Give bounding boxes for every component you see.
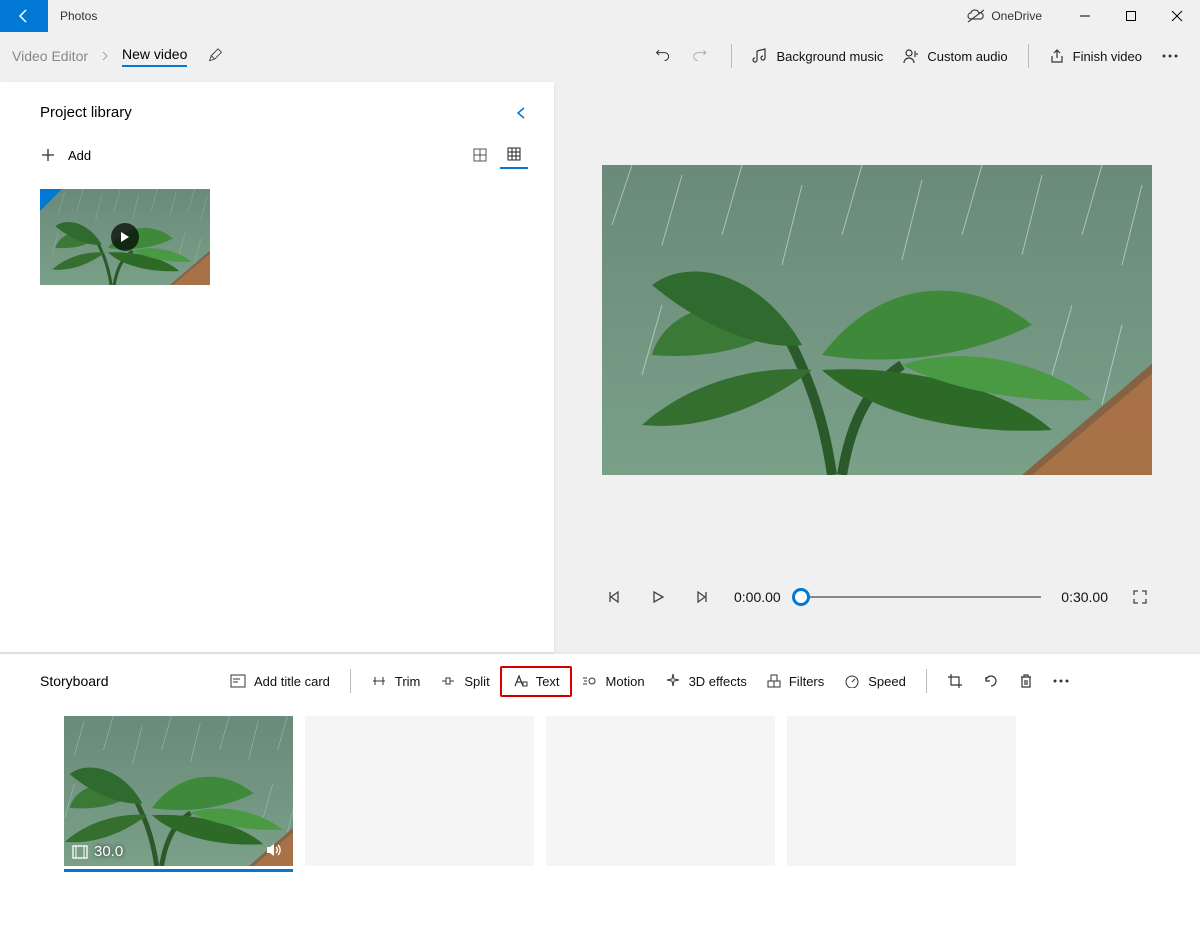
grid-small-view-button[interactable] — [500, 141, 528, 169]
seek-bar[interactable] — [801, 587, 1042, 607]
3d-effects-label: 3D effects — [689, 674, 747, 689]
divider — [1028, 44, 1029, 68]
background-music-button[interactable]: Background music — [742, 42, 893, 70]
storyboard-empty-slot[interactable] — [546, 716, 775, 866]
filters-label: Filters — [789, 674, 824, 689]
3d-effects-button[interactable]: 3D effects — [655, 667, 757, 695]
next-frame-button[interactable] — [690, 585, 714, 609]
storyboard-title: Storyboard — [40, 673, 220, 689]
fullscreen-button[interactable] — [1128, 585, 1152, 609]
library-clip[interactable] — [40, 189, 210, 285]
add-title-card-label: Add title card — [254, 674, 330, 689]
finish-video-label: Finish video — [1073, 49, 1142, 64]
prev-frame-button[interactable] — [602, 585, 626, 609]
project-library-title: Project library — [40, 104, 514, 121]
plus-icon — [40, 147, 56, 163]
trim-icon — [371, 675, 387, 687]
video-preview[interactable] — [602, 165, 1152, 475]
playback-controls: 0:00.00 0:30.00 — [602, 585, 1152, 609]
motion-icon — [582, 674, 598, 688]
rotate-button[interactable] — [973, 667, 1009, 695]
app-title: Photos — [48, 9, 97, 23]
background-music-label: Background music — [776, 49, 883, 64]
minimize-button[interactable] — [1062, 0, 1108, 32]
clip-volume-button[interactable] — [265, 842, 283, 858]
redo-button[interactable] — [683, 41, 721, 71]
main-area: Project library Add — [0, 80, 1200, 652]
text-button[interactable]: Text — [500, 666, 572, 697]
add-title-card-button[interactable]: Add title card — [220, 668, 340, 695]
maximize-button[interactable] — [1108, 0, 1154, 32]
text-icon — [512, 674, 528, 688]
title-card-icon — [230, 674, 246, 688]
speed-icon — [844, 674, 860, 688]
divider — [926, 669, 927, 693]
storyboard-panel: Storyboard Add title card Trim Split Tex… — [0, 654, 1200, 932]
breadcrumb-current: New video — [122, 46, 187, 67]
header: Video Editor New video Background music … — [0, 32, 1200, 80]
back-button[interactable] — [0, 0, 48, 32]
person-audio-icon — [903, 48, 919, 64]
divider — [731, 44, 732, 68]
add-media-button[interactable]: Add — [40, 147, 91, 163]
seek-handle[interactable] — [792, 588, 810, 606]
time-current: 0:00.00 — [734, 589, 781, 605]
chevron-right-icon — [100, 51, 110, 61]
split-button[interactable]: Split — [430, 668, 499, 695]
divider — [350, 669, 351, 693]
film-icon — [72, 845, 88, 859]
split-icon — [440, 675, 456, 687]
custom-audio-label: Custom audio — [927, 49, 1007, 64]
cloud-off-icon — [967, 9, 985, 23]
trim-label: Trim — [395, 674, 421, 689]
close-button[interactable] — [1154, 0, 1200, 32]
breadcrumb: Video Editor New video — [12, 46, 187, 67]
grid-large-view-button[interactable] — [466, 141, 494, 169]
undo-button[interactable] — [645, 41, 683, 71]
add-label: Add — [68, 148, 91, 163]
filters-icon — [767, 674, 781, 688]
play-icon — [111, 223, 139, 251]
collapse-panel-button[interactable] — [514, 106, 528, 120]
storyboard-empty-slot[interactable] — [305, 716, 534, 866]
onedrive-label: OneDrive — [991, 9, 1042, 23]
crop-button[interactable] — [937, 667, 973, 695]
delete-button[interactable] — [1009, 667, 1043, 695]
sparkle-icon — [665, 673, 681, 689]
more-button[interactable] — [1152, 48, 1188, 64]
breadcrumb-parent[interactable]: Video Editor — [12, 48, 88, 64]
custom-audio-button[interactable]: Custom audio — [893, 42, 1017, 70]
time-total: 0:30.00 — [1061, 589, 1108, 605]
motion-button[interactable]: Motion — [572, 668, 655, 695]
speed-button[interactable]: Speed — [834, 668, 916, 695]
titlebar: Photos OneDrive — [0, 0, 1200, 32]
rename-button[interactable] — [207, 48, 223, 64]
trim-button[interactable]: Trim — [361, 668, 431, 695]
play-button[interactable] — [646, 585, 670, 609]
text-label: Text — [536, 674, 560, 689]
filters-button[interactable]: Filters — [757, 668, 834, 695]
clip-duration: 30.0 — [94, 843, 123, 860]
preview-panel: 0:00.00 0:30.00 — [554, 80, 1200, 652]
finish-video-button[interactable]: Finish video — [1039, 42, 1152, 70]
storyboard-more-button[interactable] — [1043, 673, 1079, 689]
music-icon — [752, 48, 768, 64]
selected-corner-icon — [40, 189, 62, 211]
motion-label: Motion — [606, 674, 645, 689]
export-icon — [1049, 48, 1065, 64]
onedrive-status[interactable]: OneDrive — [967, 9, 1042, 23]
storyboard-empty-slot[interactable] — [787, 716, 1016, 866]
speed-label: Speed — [868, 674, 906, 689]
storyboard-clip[interactable]: 30.0 — [64, 716, 293, 866]
split-label: Split — [464, 674, 489, 689]
project-library-panel: Project library Add — [0, 82, 554, 652]
